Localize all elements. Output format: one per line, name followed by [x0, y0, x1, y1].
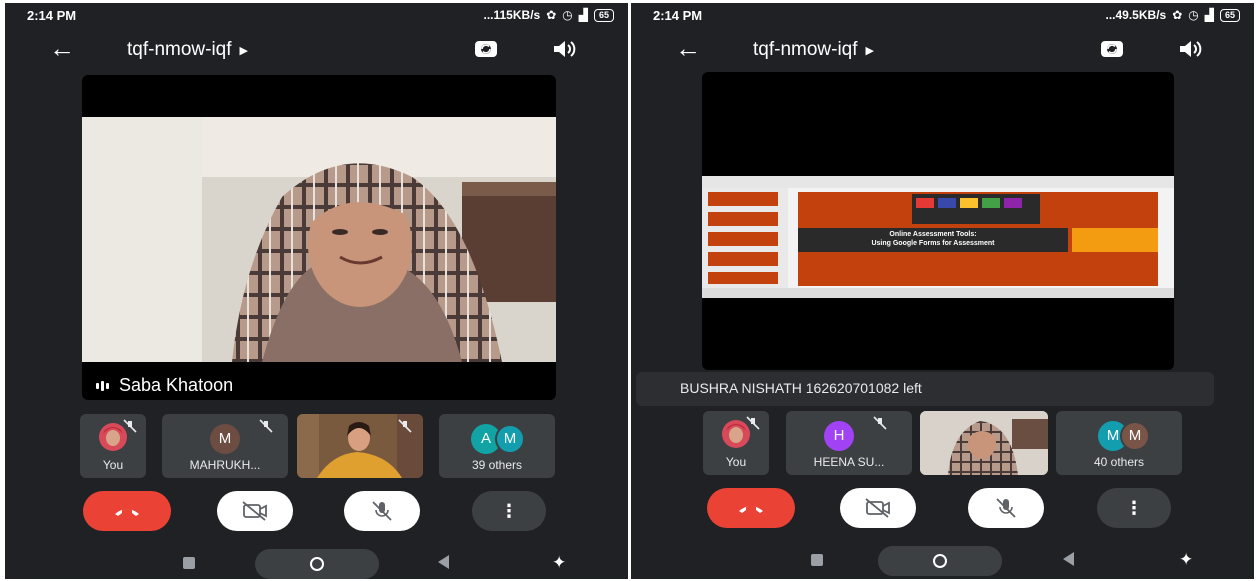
- mic-off-icon: [873, 416, 887, 430]
- tile-self-video[interactable]: [920, 411, 1048, 475]
- more-vert-icon: ⋮: [500, 500, 518, 521]
- status-icons: ...115KB/s ✿ ◷ ▟ 65: [483, 8, 614, 22]
- tile-label: HEENA SU...: [813, 455, 885, 469]
- mic-off-icon: [123, 419, 137, 433]
- mic-toggle-button[interactable]: [968, 488, 1044, 528]
- caret-right-icon: ▶: [239, 44, 248, 57]
- more-options-button[interactable]: ⋮: [472, 491, 546, 531]
- status-bar: 2:14 PM ...115KB/s ✿ ◷ ▟ 65: [5, 3, 628, 27]
- status-time: 2:14 PM: [653, 7, 703, 23]
- switch-camera-icon[interactable]: [473, 36, 499, 62]
- home-icon: [310, 557, 324, 571]
- status-icons: ...49.5KB/s ✿ ◷ ▟ 65: [1105, 8, 1240, 22]
- back-arrow-icon[interactable]: ←: [675, 34, 701, 62]
- mic-toggle-button[interactable]: [344, 491, 420, 531]
- main-speaker-stage[interactable]: Saba Khatoon: [82, 75, 556, 400]
- switch-camera-icon[interactable]: [1099, 36, 1125, 62]
- mic-off-icon: [372, 501, 392, 521]
- avatar: H: [824, 421, 854, 451]
- speaker-video: [82, 117, 556, 362]
- tile-heena[interactable]: H HEENA SU...: [786, 411, 912, 475]
- back-arrow-icon[interactable]: ←: [49, 34, 75, 62]
- caret-right-icon: ▶: [865, 44, 874, 57]
- call-controls: ⋮: [5, 491, 628, 535]
- battery-icon: 65: [593, 8, 614, 22]
- settings-status-icon: ✿: [546, 8, 557, 22]
- network-speed: ...49.5KB/s: [1105, 8, 1167, 22]
- meeting-top-bar: ← tqf-nmow-iqf ▶: [5, 31, 628, 67]
- tile-label: 39 others: [471, 458, 523, 472]
- tile-label: You: [102, 458, 124, 472]
- alarm-icon: ◷: [562, 8, 573, 22]
- status-time: 2:14 PM: [27, 7, 77, 23]
- speaker-icon[interactable]: [551, 37, 577, 61]
- signal-icon: ▟: [1204, 8, 1214, 22]
- participant-strip: You H HEENA SU... M M 40 others: [631, 411, 1254, 475]
- tile-you[interactable]: You: [80, 414, 146, 478]
- settings-status-icon: ✿: [1172, 8, 1183, 22]
- nav-recent-apps[interactable]: [183, 557, 195, 569]
- more-vert-icon: ⋮: [1125, 497, 1143, 518]
- home-icon: [933, 554, 947, 568]
- tile-label: MAHRUKH...: [189, 458, 261, 472]
- speaker-name: Saba Khatoon: [119, 375, 234, 395]
- end-call-button[interactable]: [707, 488, 795, 528]
- tile-label: You: [725, 455, 747, 469]
- camera-off-icon: [865, 498, 890, 518]
- end-call-icon: [115, 509, 139, 516]
- slide-title: Online Assessment Tools: Using Google Fo…: [871, 231, 995, 247]
- tile-others[interactable]: A M 39 others: [439, 414, 555, 478]
- meeting-code: tqf-nmow-iqf: [127, 39, 232, 60]
- camera-toggle-button[interactable]: [217, 491, 293, 531]
- left-phone-screen: 2:14 PM ...115KB/s ✿ ◷ ▟ 65 ← tqf-nmow-i…: [5, 3, 628, 579]
- audio-level-icon: [96, 380, 109, 391]
- speaker-name-tag: Saba Khatoon: [96, 375, 233, 396]
- tile-mahrukh[interactable]: M MAHRUKH...: [162, 414, 288, 478]
- speaker-icon[interactable]: [1177, 37, 1203, 61]
- accessibility-icon[interactable]: ✦: [1179, 550, 1193, 570]
- battery-icon: 65: [1219, 8, 1240, 22]
- more-options-button[interactable]: ⋮: [1097, 488, 1171, 528]
- mic-off-icon: [746, 416, 760, 430]
- alarm-icon: ◷: [1188, 8, 1199, 22]
- camera-toggle-button[interactable]: [840, 488, 916, 528]
- end-call-icon: [739, 506, 763, 513]
- tile-you[interactable]: You: [703, 411, 769, 475]
- android-nav-bar: ✦: [5, 548, 628, 579]
- camera-off-icon: [242, 501, 267, 521]
- mic-off-icon: [259, 419, 273, 433]
- nav-back[interactable]: [1063, 552, 1074, 566]
- end-call-button[interactable]: [83, 491, 171, 531]
- call-controls: ⋮: [631, 488, 1254, 532]
- tile-label: 40 others: [1093, 455, 1145, 469]
- nav-home[interactable]: [878, 546, 1002, 576]
- participant-strip: You M MAHRUKH... A M 39 others: [5, 414, 628, 478]
- meeting-code: tqf-nmow-iqf: [753, 39, 858, 60]
- meeting-title[interactable]: tqf-nmow-iqf ▶: [127, 39, 248, 61]
- mic-off-icon: [996, 498, 1016, 518]
- screen-share-stage[interactable]: Online Assessment Tools: Using Google Fo…: [702, 72, 1174, 370]
- nav-back[interactable]: [438, 555, 449, 569]
- mic-off-icon: [398, 419, 412, 433]
- accessibility-icon[interactable]: ✦: [552, 553, 566, 573]
- avatar: M: [210, 424, 240, 454]
- android-nav-bar: ✦: [631, 545, 1254, 576]
- nav-home[interactable]: [255, 549, 379, 579]
- nav-recent-apps[interactable]: [811, 554, 823, 566]
- network-speed: ...115KB/s: [483, 8, 541, 22]
- participant-left-notice: BUSHRA NISHATH 162620701082 left: [636, 372, 1214, 406]
- avatar: M: [1120, 421, 1150, 451]
- status-bar: 2:14 PM ...49.5KB/s ✿ ◷ ▟ 65: [631, 3, 1254, 27]
- meeting-top-bar: ← tqf-nmow-iqf ▶: [631, 31, 1254, 67]
- shared-presentation: Online Assessment Tools: Using Google Fo…: [702, 176, 1174, 298]
- self-video: [920, 411, 1048, 475]
- signal-icon: ▟: [578, 8, 588, 22]
- avatar: M: [495, 424, 525, 454]
- meeting-title[interactable]: tqf-nmow-iqf ▶: [753, 39, 874, 61]
- tile-others[interactable]: M M 40 others: [1056, 411, 1182, 475]
- tile-participant-video[interactable]: [297, 414, 423, 478]
